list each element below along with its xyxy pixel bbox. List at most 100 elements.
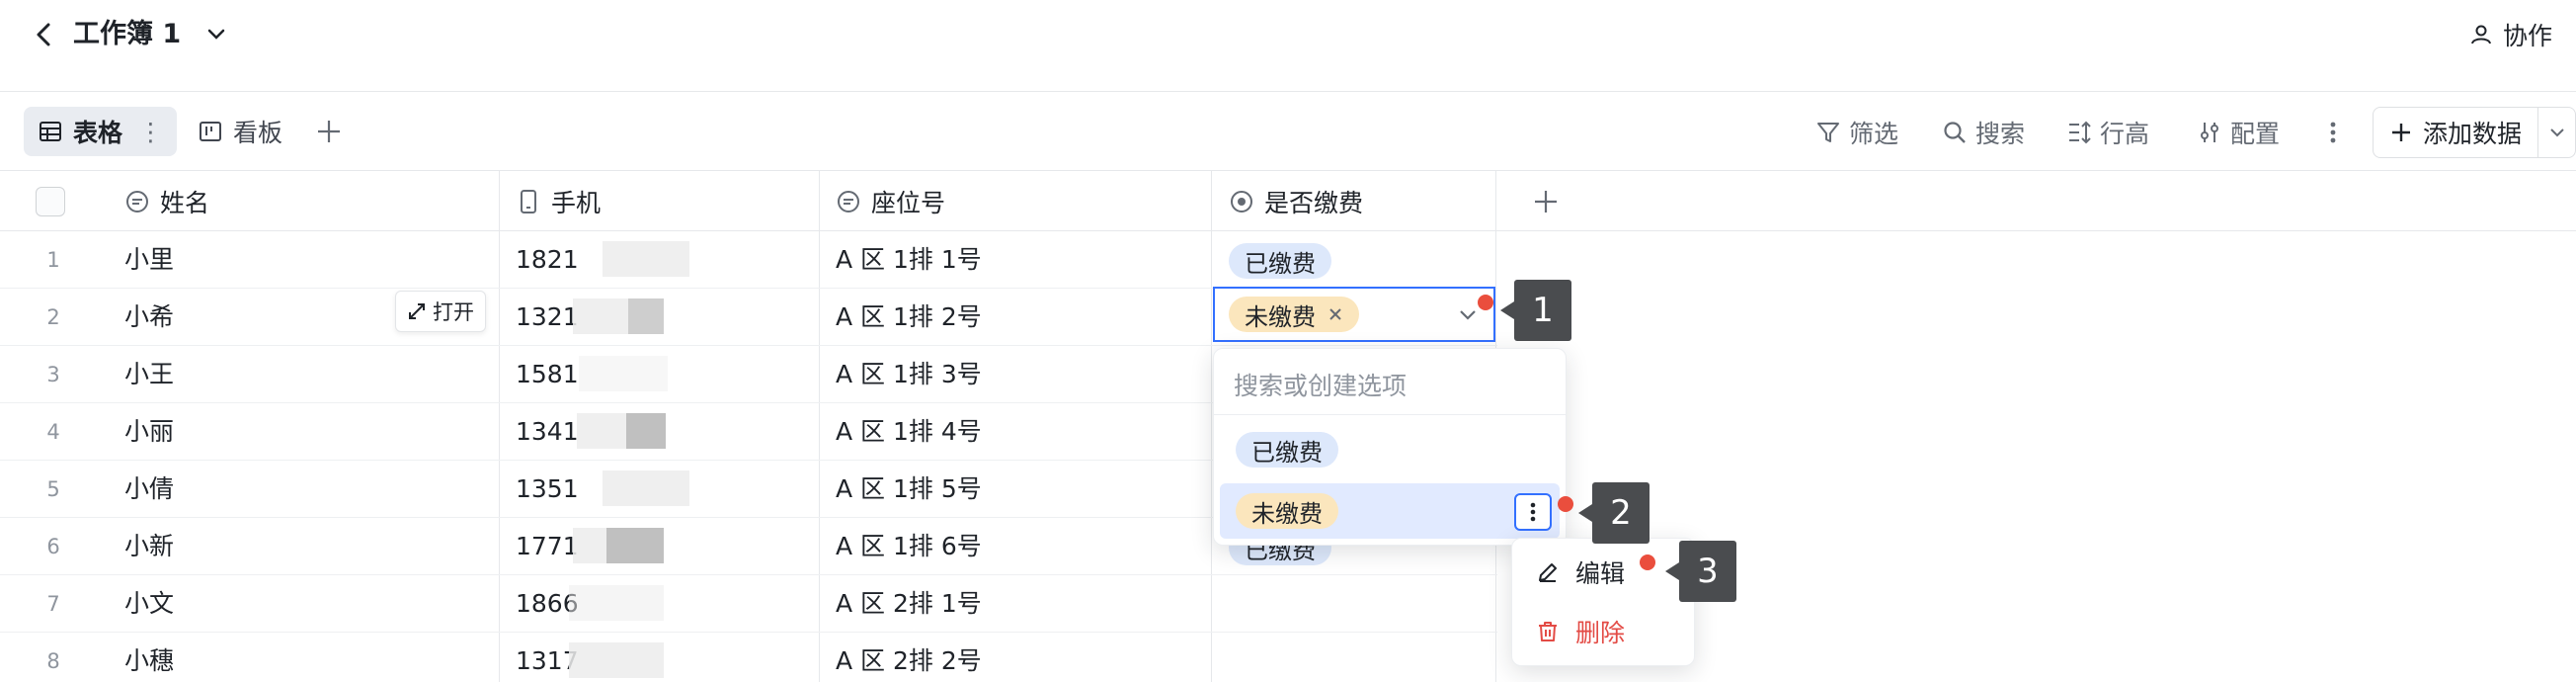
header-divider <box>0 91 2576 92</box>
add-column-icon[interactable] <box>1531 187 1561 216</box>
name-cell[interactable]: 小里 <box>124 231 174 289</box>
phone-cell[interactable]: 1321 <box>516 289 579 346</box>
name-cell[interactable]: 小倩 <box>124 461 174 518</box>
name-cell[interactable]: 小穗 <box>124 633 174 682</box>
row-height-label: 行高 <box>2100 120 2150 148</box>
paid-status-editor[interactable]: 未缴费 <box>1213 287 1495 342</box>
seat-cell[interactable]: A 区 2排 1号 <box>836 575 982 633</box>
menu-item-edit[interactable]: 编辑 <box>1536 553 1625 592</box>
option-item-paid[interactable]: 已缴费 <box>1236 432 1338 468</box>
workbook-title[interactable]: 工作簿 1 <box>73 16 181 53</box>
config-button[interactable]: 配置 <box>2197 113 2280 152</box>
tab-table-view[interactable]: 表格 ⋮ <box>24 107 178 156</box>
row-number: 6 <box>46 535 60 558</box>
paid-status-cell[interactable]: 已缴费 <box>1229 243 1331 279</box>
plus-icon <box>2392 124 2410 141</box>
seat-cell[interactable]: A 区 2排 2号 <box>836 633 982 682</box>
phone-cell[interactable]: 1771 <box>516 518 579 575</box>
name-cell[interactable]: 小文 <box>124 575 174 633</box>
seat-cell[interactable]: A 区 1排 3号 <box>836 346 982 403</box>
column-header-seat[interactable]: 座位号 <box>836 171 945 232</box>
add-data-main[interactable]: 添加数据 <box>2374 108 2537 157</box>
dropdown-divider <box>1214 414 1566 415</box>
table-row[interactable]: 7 小文 1866 A 区 2排 1号 <box>0 575 1497 633</box>
collaborate-button[interactable]: 协作 <box>2469 16 2552 53</box>
table-icon <box>40 122 61 141</box>
more-vertical-icon <box>1530 502 1536 522</box>
name-cell[interactable]: 小丽 <box>124 403 174 461</box>
open-record-label: 打开 <box>433 300 474 324</box>
redacted-region <box>626 413 666 449</box>
tab-table-label: 表格 <box>73 119 123 147</box>
redacted-region <box>579 356 668 391</box>
column-header-name[interactable]: 姓名 <box>124 171 209 232</box>
add-data-button[interactable]: 添加数据 <box>2373 107 2576 158</box>
annotation-dot <box>1478 295 1493 310</box>
back-icon[interactable] <box>32 20 57 49</box>
annotation-callout: 2 <box>1578 482 1650 544</box>
option-context-menu: 编辑 删除 <box>1511 538 1695 666</box>
row-number: 2 <box>46 305 60 329</box>
table-header: 姓名 手机 座位号 是否缴费 <box>0 170 2576 231</box>
more-vertical-icon[interactable] <box>2323 115 2343 150</box>
phone-cell[interactable]: 1821 <box>516 231 579 289</box>
search-button[interactable]: 搜索 <box>1942 113 2025 152</box>
phone-cell[interactable]: 1581 <box>516 346 579 403</box>
seat-cell[interactable]: A 区 1排 6号 <box>836 518 982 575</box>
table-row[interactable]: 1 小里 1821 A 区 1排 1号 已缴费 <box>0 231 1497 289</box>
menu-item-delete[interactable]: 删除 <box>1536 612 1625 651</box>
row-number: 4 <box>46 420 60 444</box>
annotation-callout: 3 <box>1665 541 1736 602</box>
text-field-icon <box>838 191 859 213</box>
seat-cell[interactable]: A 区 1排 4号 <box>836 403 982 461</box>
column-header-label: 是否缴费 <box>1264 189 1364 217</box>
name-cell[interactable]: 小新 <box>124 518 174 575</box>
option-more-button[interactable] <box>1514 493 1552 531</box>
row-number: 5 <box>46 477 60 501</box>
tab-kanban-view[interactable]: 看板 <box>184 107 296 156</box>
add-view-icon[interactable] <box>314 117 344 146</box>
option-tag: 未缴费 <box>1236 493 1338 529</box>
column-header-label: 手机 <box>551 189 602 217</box>
redacted-region <box>569 642 664 678</box>
option-search-input[interactable]: 搜索或创建选项 <box>1234 367 1407 402</box>
seat-cell[interactable]: A 区 1排 5号 <box>836 461 982 518</box>
expand-icon <box>409 303 425 319</box>
name-cell[interactable]: 小王 <box>124 346 174 403</box>
select-all-checkbox[interactable] <box>36 187 65 216</box>
chevron-down-icon[interactable] <box>203 22 229 47</box>
pencil-icon <box>1539 563 1557 582</box>
filter-button[interactable]: 筛选 <box>1815 113 1898 152</box>
search-icon <box>1944 122 1966 143</box>
annotation-dot <box>1640 554 1655 570</box>
chevron-down-icon[interactable] <box>1456 302 1480 326</box>
table-row[interactable]: 8 小穗 1317 A 区 2排 2号 <box>0 633 1497 682</box>
redacted-region <box>603 241 689 277</box>
row-height-button[interactable]: 行高 <box>2066 113 2149 152</box>
column-header-label: 座位号 <box>871 189 946 217</box>
view-bar: 表格 ⋮ 看板 筛选 搜索 行高 配置 添加数据 <box>0 99 2576 168</box>
add-data-dropdown[interactable] <box>2537 108 2575 157</box>
search-label: 搜索 <box>1975 120 2026 148</box>
option-item-unpaid[interactable]: 未缴费 <box>1220 483 1560 539</box>
user-icon <box>2470 25 2491 44</box>
column-header-label: 姓名 <box>160 189 210 217</box>
selected-option-tag[interactable]: 未缴费 <box>1229 297 1359 332</box>
phone-cell[interactable]: 1351 <box>516 461 579 518</box>
name-cell[interactable]: 小希 <box>124 289 174 346</box>
status-tag: 已缴费 <box>1229 243 1331 279</box>
chevron-down-icon <box>2549 128 2564 137</box>
collaborate-label: 协作 <box>2502 22 2552 50</box>
close-icon[interactable] <box>1328 306 1343 322</box>
phone-cell[interactable]: 1341 <box>516 403 579 461</box>
seat-cell[interactable]: A 区 1排 1号 <box>836 231 982 289</box>
menu-item-label: 删除 <box>1575 619 1626 647</box>
tab-more-icon[interactable]: ⋮ <box>138 118 163 146</box>
option-dropdown: 搜索或创建选项 已缴费 未缴费 <box>1213 348 1567 546</box>
column-header-paid[interactable]: 是否缴费 <box>1229 171 1363 232</box>
phone-field-icon <box>521 190 536 213</box>
column-header-phone[interactable]: 手机 <box>516 171 601 232</box>
open-record-button[interactable]: 打开 <box>395 291 486 332</box>
seat-cell[interactable]: A 区 1排 2号 <box>836 289 982 346</box>
annotation-callout: 1 <box>1500 280 1571 341</box>
